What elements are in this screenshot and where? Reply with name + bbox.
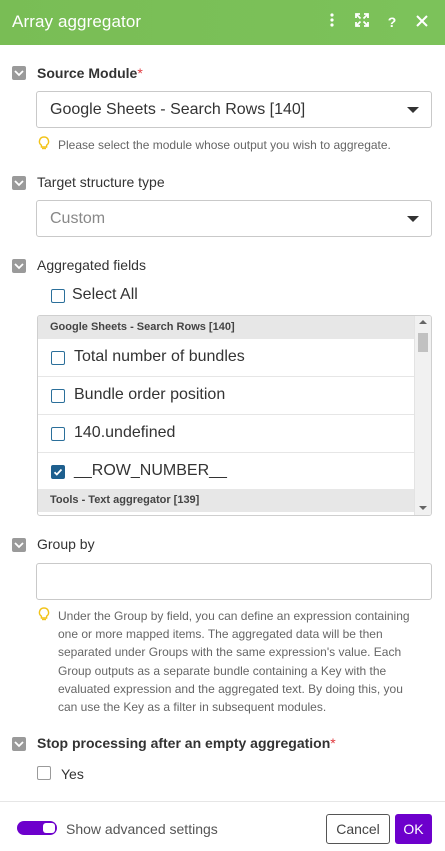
group-by-input[interactable] xyxy=(36,563,432,600)
stop-processing-yes-label[interactable]: Yes xyxy=(61,766,84,782)
field-checkbox[interactable] xyxy=(51,351,65,365)
list-item[interactable]: __ROW_NUMBER__ xyxy=(38,453,415,491)
list-scrollbar[interactable] xyxy=(414,316,431,515)
list-group-header: Tools - Text aggregator [139] xyxy=(38,489,415,512)
chevron-down-icon xyxy=(407,216,419,222)
source-module-label: Source Module* xyxy=(37,65,143,81)
collapse-stop-processing-icon[interactable] xyxy=(12,737,26,751)
close-icon[interactable] xyxy=(412,12,432,32)
dialog-title: Array aggregator xyxy=(12,12,142,31)
collapse-aggregated-fields-icon[interactable] xyxy=(12,259,26,273)
required-mark: * xyxy=(137,65,143,81)
aggregated-fields-label: Aggregated fields xyxy=(37,257,146,273)
expand-icon[interactable] xyxy=(352,12,372,32)
collapse-target-structure-icon[interactable] xyxy=(12,176,26,190)
source-module-value: Google Sheets - Search Rows [140] xyxy=(50,101,306,118)
scroll-up-arrow-icon[interactable] xyxy=(419,320,427,324)
dialog-header: Array aggregator ? xyxy=(0,0,445,45)
select-all-checkbox[interactable] xyxy=(51,289,65,303)
source-module-select[interactable]: Google Sheets - Search Rows [140] xyxy=(36,91,432,128)
scroll-down-arrow-icon[interactable] xyxy=(419,506,427,510)
list-item[interactable]: Total number of bundles xyxy=(38,339,415,377)
collapse-source-module-icon[interactable] xyxy=(12,66,26,80)
target-structure-label: Target structure type xyxy=(37,174,165,190)
scrollbar-thumb[interactable] xyxy=(418,333,428,352)
source-module-hint: Please select the module whose output yo… xyxy=(38,136,423,154)
field-checkbox[interactable] xyxy=(51,427,65,441)
chevron-down-icon xyxy=(407,107,419,113)
target-structure-value: Custom xyxy=(50,210,106,227)
dialog-footer: Show advanced settings Cancel OK xyxy=(0,801,445,851)
help-icon[interactable]: ? xyxy=(382,12,402,32)
required-mark: * xyxy=(330,735,336,751)
lightbulb-icon xyxy=(38,136,50,150)
toggle-knob xyxy=(43,823,55,833)
checkmark-icon xyxy=(53,468,63,476)
ok-button[interactable]: OK xyxy=(395,814,432,844)
group-by-label: Group by xyxy=(37,536,95,552)
group-by-hint: Under the Group by field, you can define… xyxy=(38,607,423,716)
field-checkbox[interactable] xyxy=(51,389,65,403)
advanced-settings-label[interactable]: Show advanced settings xyxy=(66,821,218,837)
cancel-button[interactable]: Cancel xyxy=(326,814,390,844)
lightbulb-icon xyxy=(38,607,50,621)
more-vertical-icon[interactable] xyxy=(322,12,342,32)
target-structure-select[interactable]: Custom xyxy=(36,200,432,237)
aggregated-fields-list[interactable]: Google Sheets - Search Rows [140] Total … xyxy=(37,315,432,516)
stop-processing-yes-checkbox[interactable] xyxy=(37,766,51,780)
select-all-label[interactable]: Select All xyxy=(72,286,138,304)
list-item[interactable]: 140.undefined xyxy=(38,415,415,453)
stop-processing-label: Stop processing after an empty aggregati… xyxy=(37,735,336,751)
collapse-group-by-icon[interactable] xyxy=(12,538,26,552)
field-checkbox-checked[interactable] xyxy=(51,465,65,479)
list-item[interactable]: Bundle order position xyxy=(38,377,415,415)
list-group-header: Google Sheets - Search Rows [140] xyxy=(38,316,415,339)
advanced-settings-toggle[interactable] xyxy=(17,821,57,835)
